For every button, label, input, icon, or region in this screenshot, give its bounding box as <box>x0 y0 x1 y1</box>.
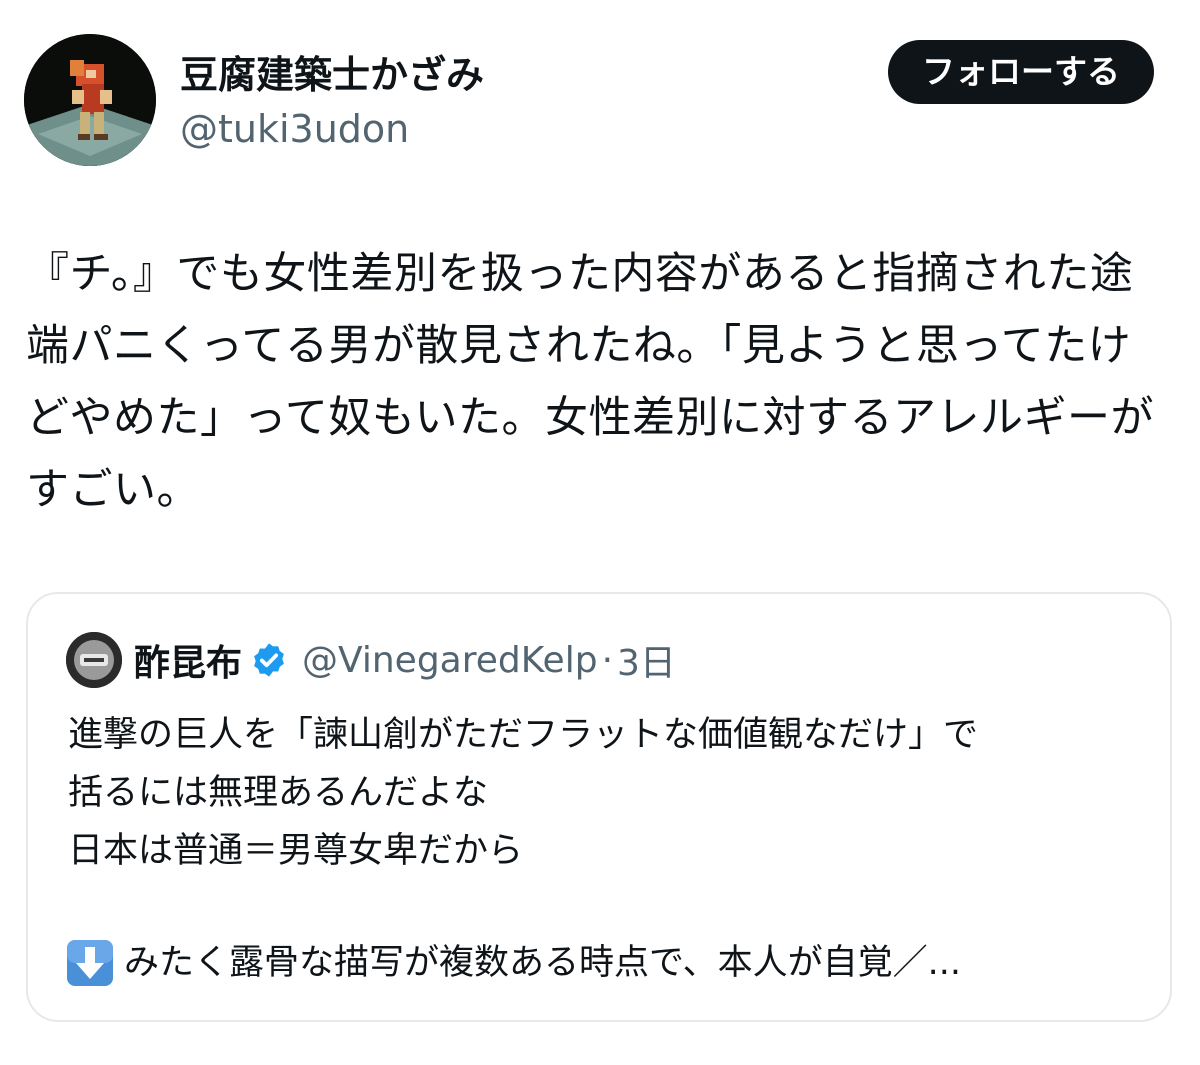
author-avatar[interactable] <box>24 34 156 166</box>
verified-badge-icon <box>254 643 284 677</box>
quoted-tweet-card[interactable]: 酢昆布 @VinegaredKelp · 3日 進撃の巨人を「諫山創がただフラッ… <box>26 592 1172 1022</box>
author-display-name[interactable]: 豆腐建築士かざみ <box>180 52 484 98</box>
quoted-tweet-header: 酢昆布 @VinegaredKelp · 3日 <box>66 632 676 688</box>
quoted-tweet-truncated-text: みたく露骨な描写が複数ある時点で、本人が自覚／... <box>124 943 961 983</box>
pixel-character-avatar <box>24 34 156 166</box>
tweet-header: 豆腐建築士かざみ @tuki3udon フォローする <box>24 34 1154 166</box>
quoted-avatar-image <box>66 632 122 688</box>
quoted-tweet-last-line: みたく露骨な描写が複数ある時点で、本人が自覚／... <box>66 934 1146 992</box>
tweet-text: 『チ。』でも女性差別を扱った内容があると指摘された途端パニくってる男が散見された… <box>26 249 1154 515</box>
author-names: 豆腐建築士かざみ @tuki3udon <box>180 52 484 152</box>
quoted-handle: @VinegaredKelp <box>302 639 598 681</box>
quoted-author-avatar <box>66 632 122 688</box>
quoted-tweet-text: 進撃の巨人を「諫山創がただフラットな価値観なだけ」で 括るには無理あるんだよな … <box>68 715 979 871</box>
quoted-timestamp[interactable]: 3日 <box>617 634 676 686</box>
quoted-separator: · <box>601 639 614 681</box>
down-arrow-icon <box>67 940 113 986</box>
follow-button[interactable]: フォローする <box>888 40 1154 104</box>
author-handle[interactable]: @tuki3udon <box>180 106 484 152</box>
quoted-display-name: 酢昆布 <box>134 643 243 684</box>
